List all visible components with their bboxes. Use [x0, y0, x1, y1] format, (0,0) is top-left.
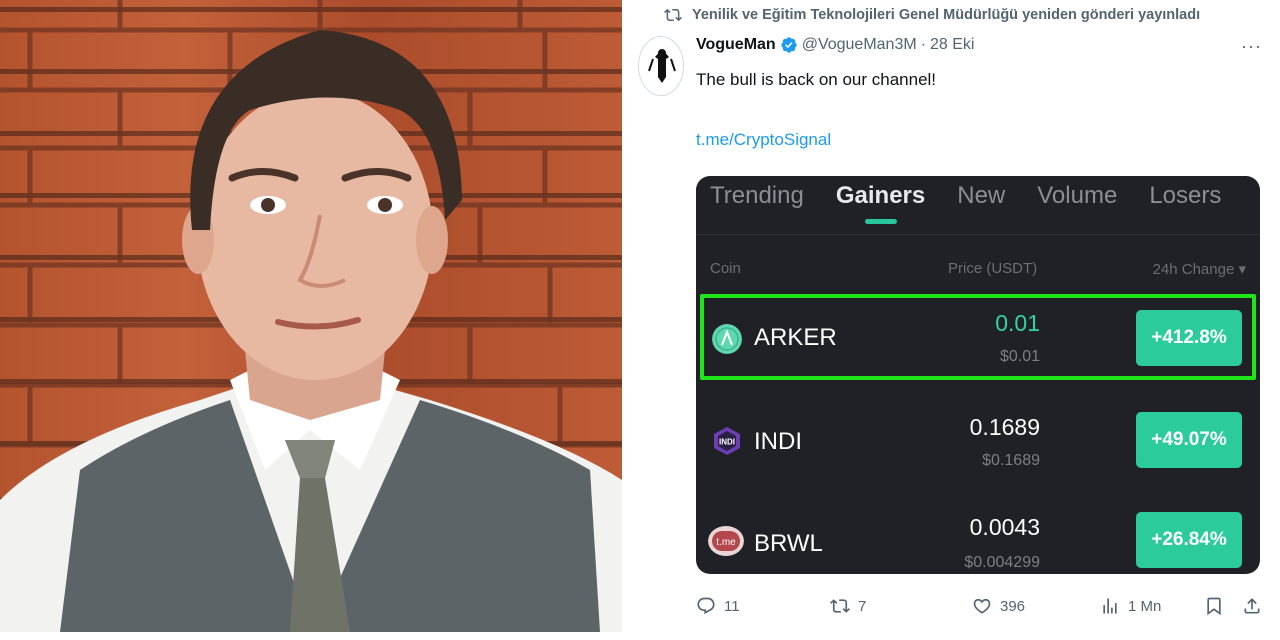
like-count: 396 [1000, 597, 1026, 615]
svg-text:INDI: INDI [719, 438, 735, 447]
coin-price: 0.1689 [969, 414, 1040, 440]
tweet-link[interactable]: t.me/CryptoSignal [696, 130, 831, 150]
tweet-date[interactable]: 28 Eki [930, 36, 974, 54]
brwl-coin-icon: t.me [708, 526, 744, 556]
views-chart-icon [1103, 598, 1117, 614]
author-avatar[interactable] [638, 36, 684, 96]
coin-name: INDI [754, 428, 802, 455]
tab-volume[interactable]: Volume [1037, 182, 1117, 224]
indi-coin-icon: INDI [714, 427, 740, 455]
separator-dot: · [920, 36, 927, 53]
heart-icon [973, 598, 991, 614]
verified-badge-icon [781, 37, 797, 53]
change-badge: +26.84% [1136, 512, 1242, 568]
like-button[interactable]: 396 [972, 596, 1025, 616]
highlight-frame [700, 294, 1256, 380]
bookmark-icon [1207, 597, 1221, 616]
column-header-change[interactable]: 24h Change ▾ [1153, 260, 1246, 278]
repost-button[interactable]: 7 [830, 596, 866, 616]
views-button[interactable]: 1 Mn [1100, 596, 1161, 616]
repost-indicator[interactable]: Yenilik ve Eğitim Teknolojileri Genel Mü… [664, 6, 1200, 24]
tweet-text: The bull is back on our channel! [696, 70, 937, 89]
author-handle[interactable]: @VogueMan3M [802, 36, 917, 54]
tweet-actions: 11 7 396 1 Mn [696, 596, 1266, 622]
portrait-photo [0, 0, 622, 632]
bookmark-button[interactable] [1204, 596, 1224, 616]
repost-icon [830, 599, 850, 613]
column-header-price: Price (USDT) [948, 260, 1038, 277]
tweet-container: Yenilik ve Eğitim Teknolojileri Genel Mü… [622, 0, 1280, 640]
coin-price-usd: $0.004299 [964, 554, 1040, 571]
tweet-header: VogueMan @VogueMan3M · 28 Eki [696, 36, 974, 54]
reply-button[interactable]: 11 [696, 596, 740, 616]
vogueman-logo-icon [639, 37, 683, 95]
market-tabs: Trending Gainers New Volume Losers [710, 182, 1221, 224]
coin-name: BRWL [754, 530, 823, 557]
svg-text:t.me: t.me [716, 537, 736, 548]
coin-price: 0.0043 [969, 514, 1040, 540]
author-name[interactable]: VogueMan [696, 36, 776, 54]
reply-icon [697, 597, 715, 615]
tab-gainers[interactable]: Gainers [836, 182, 925, 224]
tab-new[interactable]: New [957, 182, 1005, 224]
tabs-divider [696, 234, 1260, 235]
views-count: 1 Mn [1128, 597, 1162, 615]
change-badge: +49.07% [1136, 412, 1242, 468]
column-header-coin: Coin [710, 260, 741, 277]
media-attachment[interactable]: Trending Gainers New Volume Losers Coin … [696, 176, 1260, 574]
repost-icon [664, 8, 682, 22]
reply-count: 11 [724, 597, 740, 615]
repost-text: Yenilik ve Eğitim Teknolojileri Genel Mü… [692, 7, 1201, 23]
repost-count: 7 [858, 597, 867, 615]
more-options-button[interactable]: ··· [1241, 36, 1262, 57]
profile-photo [0, 0, 622, 632]
tab-losers[interactable]: Losers [1149, 182, 1221, 224]
active-tab-indicator [864, 219, 897, 224]
share-button[interactable] [1242, 596, 1262, 616]
share-icon [1244, 598, 1260, 614]
tab-trending[interactable]: Trending [710, 182, 804, 224]
coin-row[interactable]: INDI INDI 0.1689 $0.1689 +49.07% [696, 402, 1260, 486]
coin-row[interactable]: t.me BRWL 0.0043 $0.004299 +26.84% [696, 502, 1260, 574]
coin-price-usd: $0.1689 [982, 452, 1040, 469]
